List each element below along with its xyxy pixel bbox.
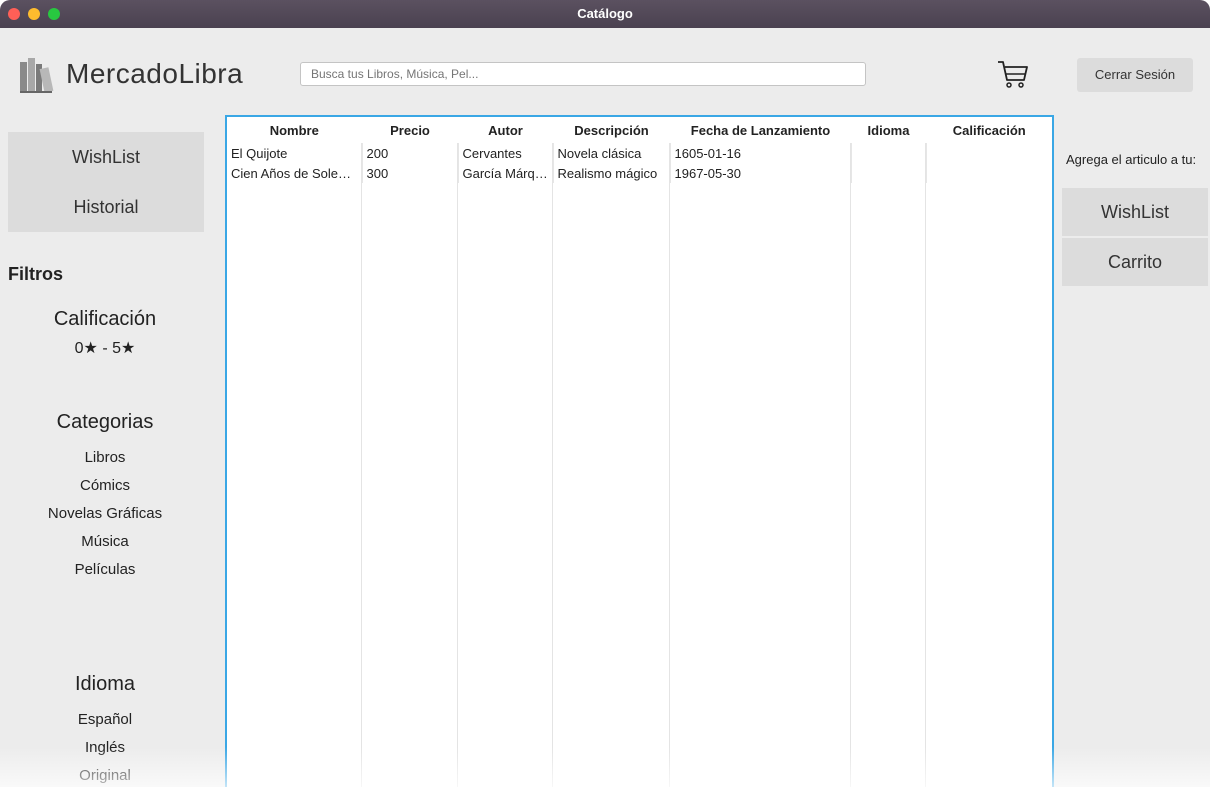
cell-description: Novela clásica xyxy=(552,143,670,163)
cell-release-date: 1605-01-16 xyxy=(669,143,851,163)
column-divider xyxy=(552,143,553,787)
sidebar: WishList Historial Filtros Calificación … xyxy=(0,114,210,787)
catalog-table[interactable]: Nombre Precio Autor Descripción Fecha de… xyxy=(225,115,1054,787)
shopping-cart-icon[interactable] xyxy=(994,56,1030,90)
cell-author: García Márquez xyxy=(457,163,553,183)
add-to-wishlist-button[interactable]: WishList xyxy=(1062,188,1208,236)
logout-button[interactable]: Cerrar Sesión xyxy=(1077,58,1193,92)
column-header-author[interactable]: Autor xyxy=(457,117,553,143)
sidebar-wishlist-button[interactable]: WishList xyxy=(8,132,204,182)
column-header-release-date[interactable]: Fecha de Lanzamiento xyxy=(669,117,851,143)
table-header-row: Nombre Precio Autor Descripción Fecha de… xyxy=(227,117,1052,143)
language-item[interactable]: Inglés xyxy=(0,734,210,762)
brand-name: MercadoLibra xyxy=(66,58,244,89)
rating-range[interactable]: 0★ - 5★ xyxy=(0,335,210,363)
rating-filter-title: Calificación xyxy=(53,308,157,330)
column-divider xyxy=(850,143,851,787)
table-row[interactable]: Cien Años de Soledad 300 García Márquez … xyxy=(227,163,1052,183)
language-filter: Idioma Español Inglés Original xyxy=(0,673,210,787)
table-row[interactable]: El Quijote 200 Cervantes Novela clásica … xyxy=(227,143,1052,163)
window-title: Catálogo xyxy=(577,6,633,21)
language-filter-title: Idioma xyxy=(74,673,136,695)
close-window-button[interactable] xyxy=(8,8,20,20)
column-divider xyxy=(669,143,670,787)
category-item[interactable]: Cómics xyxy=(0,472,210,500)
add-to-cart-button[interactable]: Carrito xyxy=(1062,238,1208,286)
column-divider xyxy=(457,143,458,787)
add-to-label: Agrega el articulo a tu: xyxy=(1066,152,1197,167)
category-item[interactable]: Películas xyxy=(0,556,210,584)
cell-release-date: 1967-05-30 xyxy=(669,163,851,183)
cell-language xyxy=(850,163,926,183)
column-header-description[interactable]: Descripción xyxy=(552,117,670,143)
cell-rating xyxy=(925,163,1052,183)
maximize-window-button[interactable] xyxy=(48,8,60,20)
minimize-window-button[interactable] xyxy=(28,8,40,20)
search-input[interactable] xyxy=(300,62,866,86)
cell-language xyxy=(850,143,926,163)
cell-description: Realismo mágico xyxy=(552,163,670,183)
language-item[interactable]: Original xyxy=(0,762,210,787)
column-header-rating[interactable]: Calificación xyxy=(925,117,1052,143)
add-to-panel: Agrega el articulo a tu: WishList Carrit… xyxy=(1058,114,1210,787)
top-bar: MercadoLibra Cerrar Sesión xyxy=(0,28,1210,114)
column-divider xyxy=(361,143,362,787)
category-filter: Categorias Libros Cómics Novelas Gráfica… xyxy=(0,411,210,584)
books-logo-icon xyxy=(20,58,54,93)
sidebar-history-button[interactable]: Historial xyxy=(8,182,204,232)
category-filter-title: Categorias xyxy=(56,411,154,433)
cell-name: Cien Años de Soledad xyxy=(231,165,360,181)
cell-name: El Quijote xyxy=(231,145,288,161)
cell-rating xyxy=(925,143,1052,163)
language-item[interactable]: Español xyxy=(0,706,210,734)
cell-price: 200 xyxy=(361,143,458,163)
rating-filter: Calificación 0★ - 5★ xyxy=(0,308,210,363)
filters-title: Filtros xyxy=(8,264,64,284)
app-window: Catálogo MercadoLibra Cerrar Sesión Wish… xyxy=(0,0,1210,787)
cell-price: 300 xyxy=(361,163,458,183)
cell-author: Cervantes xyxy=(457,143,553,163)
column-header-price[interactable]: Precio xyxy=(361,117,458,143)
catalog-table-grid: Nombre Precio Autor Descripción Fecha de… xyxy=(227,117,1052,183)
category-item[interactable]: Novelas Gráficas xyxy=(0,500,210,528)
column-header-language[interactable]: Idioma xyxy=(850,117,926,143)
category-item[interactable]: Libros xyxy=(0,444,210,472)
title-bar: Catálogo xyxy=(0,0,1210,28)
category-item[interactable]: Música xyxy=(0,528,210,556)
column-header-name[interactable]: Nombre xyxy=(227,117,362,143)
column-divider xyxy=(925,143,926,787)
